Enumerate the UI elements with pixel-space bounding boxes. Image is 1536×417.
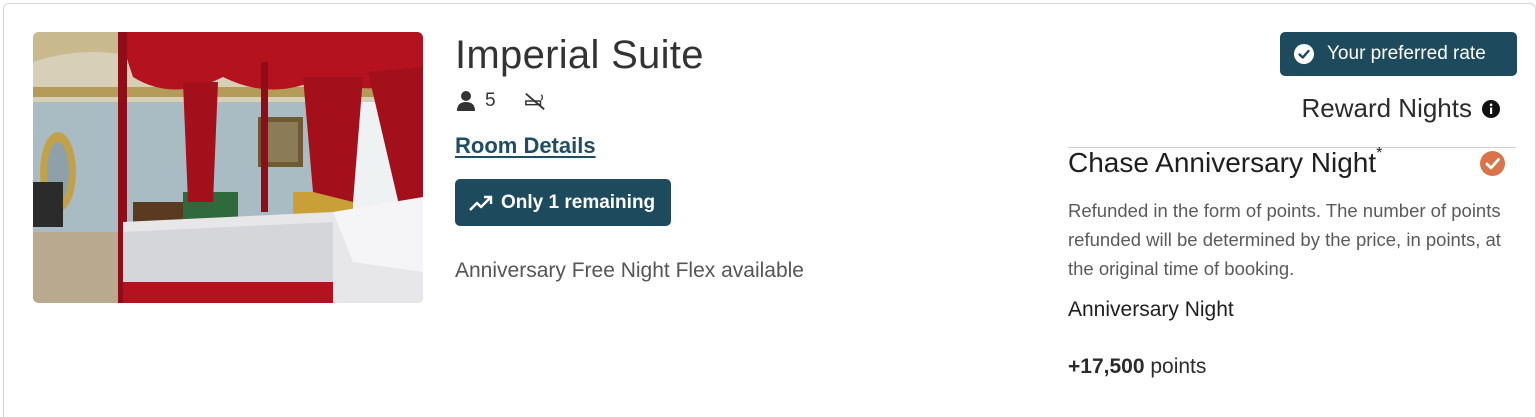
remaining-badge: Only 1 remaining [455,179,671,226]
rate-type-label: Reward Nights [1301,93,1472,123]
no-smoking-icon [524,92,545,110]
rate-type: Reward Nights [1301,93,1500,124]
availability-note: Anniversary Free Night Flex available [455,259,804,282]
check-circle-icon [1294,44,1314,64]
room-photo[interactable] [33,32,423,303]
offer-title-mark: * [1376,144,1383,162]
room-title: Imperial Suite [455,33,704,77]
person-icon [457,91,475,111]
offer-name: Anniversary Night [1068,298,1234,321]
offer-description: Refunded in the form of points. The numb… [1068,200,1501,279]
room-details-link[interactable]: Room Details [455,133,596,159]
price-amount: +17,500 [1068,355,1145,378]
price: +17,500 points [1068,355,1206,379]
preferred-rate-badge: Your preferred rate [1280,32,1517,76]
info-icon[interactable] [1482,99,1500,118]
trending-up-icon [469,195,493,211]
selected-check-icon [1480,151,1505,176]
guest-count: 5 [485,90,496,111]
remaining-label: Only 1 remaining [501,191,656,213]
price-unit: points [1150,355,1207,378]
offer-title-text: Chase Anniversary Night [1068,147,1377,178]
room-amenities: 5 [455,88,546,114]
offer-title[interactable]: Chase Anniversary Night* [1068,144,1383,179]
preferred-rate-label: Your preferred rate [1327,43,1486,64]
